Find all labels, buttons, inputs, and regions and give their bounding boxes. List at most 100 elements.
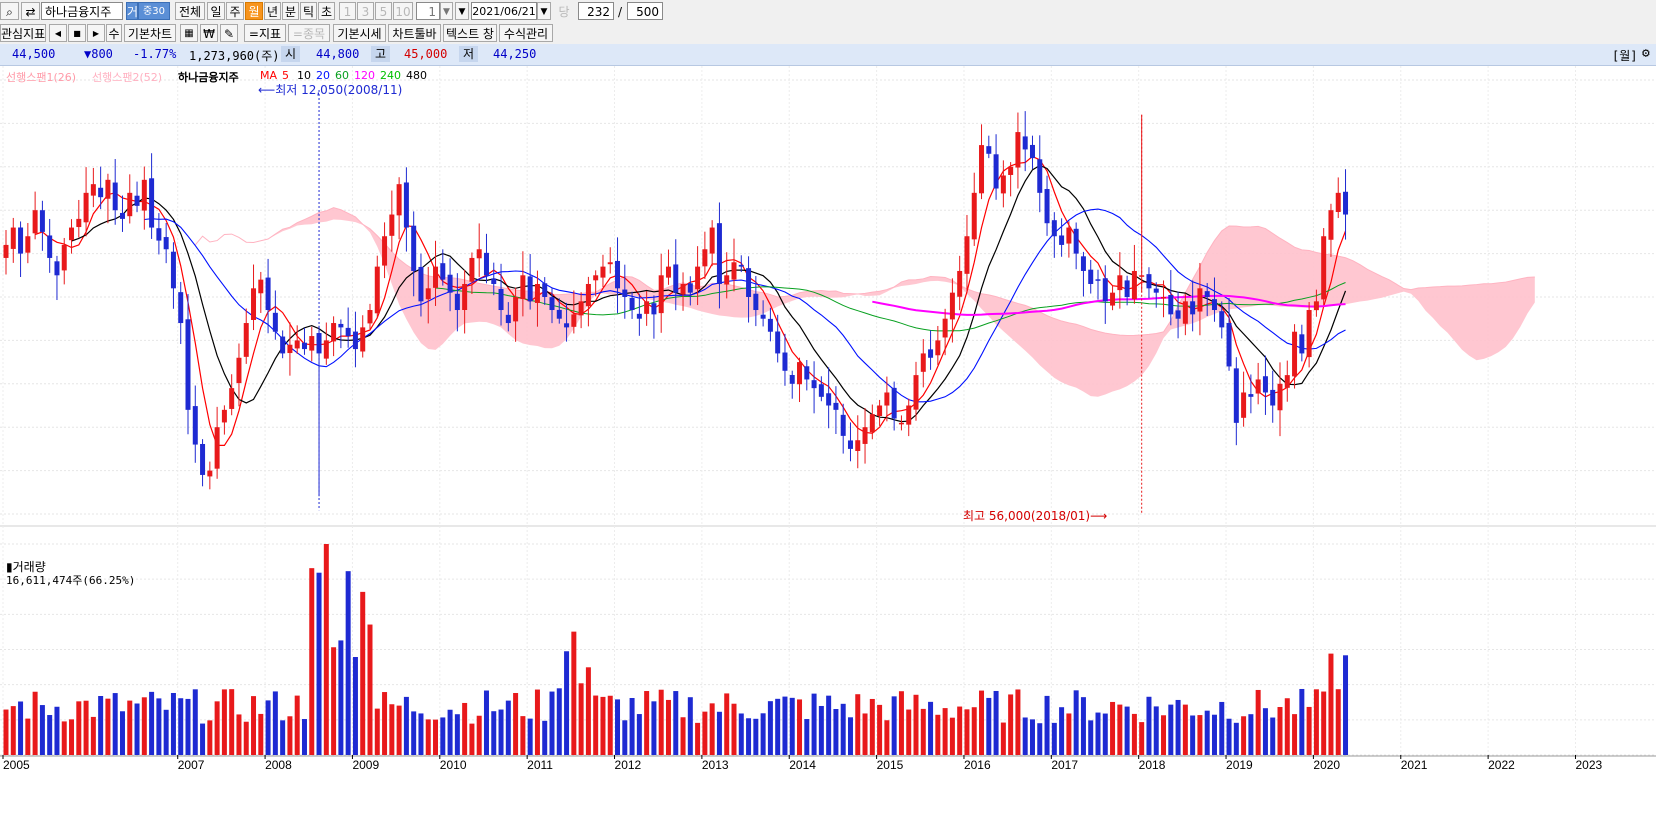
settings-gear-icon[interactable]: ⚙	[1642, 46, 1650, 61]
volume-bar	[316, 572, 322, 755]
stop-icon[interactable]: ■	[68, 24, 86, 42]
x-axis: 2005 2007 2008 2009 2010 2011 2012 2013 2014 2015…	[2, 755, 1603, 772]
candle-body	[1124, 280, 1130, 297]
won-button[interactable]: ₩	[200, 24, 218, 42]
volume-bar	[1117, 704, 1123, 755]
stock-button[interactable]: =종목	[288, 24, 330, 42]
x-tick-label: 2014	[789, 758, 816, 772]
indicator-button[interactable]: =지표	[244, 24, 286, 42]
volume-bar	[993, 690, 999, 755]
candle-body	[243, 323, 249, 357]
formula-manager-button[interactable]: 수식관리	[499, 24, 553, 42]
text-window-button[interactable]: 텍스트 창	[443, 24, 497, 42]
volume-bar	[207, 720, 213, 755]
period-tick[interactable]: 틱	[300, 2, 317, 20]
chart-toolbar-button[interactable]: 차트툴바	[388, 24, 441, 42]
candle-body	[287, 344, 293, 354]
basic-quote-button[interactable]: 기본시세	[333, 24, 386, 42]
volume-bar	[811, 693, 817, 755]
volume-bar	[986, 697, 992, 755]
volume-bar	[32, 691, 38, 755]
interest-indicator-button[interactable]: 관심지표	[0, 24, 46, 42]
volume-value: 16,611,474주(66.25%)	[6, 574, 136, 587]
volume-bar	[971, 707, 977, 755]
volume-bar	[280, 720, 286, 755]
x-tick-label: 2020	[1313, 758, 1340, 772]
price-chart[interactable]: 2005 2007 2008 2009 2010 2011 2012 2013 2014 2015…	[0, 66, 1656, 813]
volume-bar	[1321, 691, 1327, 755]
volume-bar	[134, 703, 140, 755]
tools-icon[interactable]: ✎	[220, 24, 238, 42]
volume-bar	[156, 698, 162, 755]
volume-bar	[1175, 699, 1181, 755]
volume-bar	[709, 703, 715, 755]
volume-bar	[1080, 697, 1086, 755]
volume-bar	[1110, 701, 1116, 755]
volume-bar	[411, 711, 417, 755]
calendar-dropdown-icon[interactable]: ▼	[537, 2, 551, 20]
volume-bar	[382, 692, 388, 755]
interval-dropdown-icon[interactable]: ▼	[440, 2, 453, 20]
candle-body	[3, 244, 9, 258]
candle-body	[440, 263, 446, 280]
legend-span1[interactable]: 선행스팬1(26)	[6, 69, 76, 85]
candle-body	[221, 409, 227, 423]
basic-chart-button[interactable]: 기본차트	[124, 24, 176, 42]
count-total-input[interactable]: 500	[627, 2, 663, 20]
volume-bar	[403, 696, 409, 755]
cloud-area	[195, 207, 1535, 397]
volume-bar	[258, 713, 264, 755]
candle-body	[571, 314, 577, 327]
stock-name-field[interactable]: 하나금융지주	[41, 2, 123, 20]
search-icon[interactable]: ⌕	[0, 2, 19, 20]
period-all[interactable]: 전체	[175, 2, 205, 20]
candle-body	[454, 293, 460, 311]
volume-bar	[1219, 701, 1225, 755]
candle-body	[1146, 274, 1152, 289]
volume-bar	[39, 705, 45, 755]
volume-bar	[702, 711, 708, 755]
open-price: 44,800	[316, 47, 360, 61]
candle-body	[884, 392, 890, 406]
candle-body	[1088, 269, 1094, 284]
candle-body	[847, 440, 853, 449]
chart-type-icon[interactable]: ▦	[180, 24, 198, 42]
period-year[interactable]: 년	[264, 2, 281, 20]
candle-body	[644, 301, 650, 314]
volume-bar	[760, 713, 766, 755]
candle-body	[826, 393, 832, 406]
period-minute[interactable]: 분	[282, 2, 299, 20]
candle-body	[1219, 311, 1225, 328]
su-button[interactable]: 수	[106, 24, 122, 42]
period-day[interactable]: 일	[207, 2, 225, 20]
candle-body	[403, 182, 409, 228]
interval-5-button[interactable]: 5	[375, 2, 392, 20]
next-icon[interactable]: ▶	[87, 24, 105, 42]
candle-body	[61, 244, 67, 271]
candle-body	[352, 331, 358, 350]
interval-10-button[interactable]: 10	[393, 2, 413, 20]
period-month[interactable]: 월	[245, 2, 263, 20]
date-dropdown-icon[interactable]: ▼	[455, 2, 469, 20]
date-field[interactable]: 2021/06/21	[471, 2, 537, 20]
volume-bar	[229, 689, 235, 755]
count-input[interactable]: 232	[578, 2, 614, 20]
legend-stock-name[interactable]: 하나금융지주	[178, 69, 239, 85]
period-week[interactable]: 주	[226, 2, 244, 20]
interval-1-button[interactable]: 1	[339, 2, 356, 20]
legend-span2[interactable]: 선행스팬2(52)	[92, 69, 162, 85]
refresh-icon[interactable]: ⇄	[21, 2, 40, 20]
candle-body	[127, 192, 133, 217]
volume-bar	[25, 718, 31, 755]
volume-bar	[61, 721, 67, 755]
volume-bar	[1306, 706, 1312, 755]
candle-body	[418, 266, 424, 302]
candle-body	[680, 283, 686, 295]
legend-ma480[interactable]: 480	[406, 69, 427, 82]
volume-bar	[629, 698, 635, 755]
interval-3-button[interactable]: 3	[357, 2, 374, 20]
prev-icon[interactable]: ◀	[49, 24, 67, 42]
interval-input[interactable]: 1	[416, 2, 440, 20]
period-second[interactable]: 초	[318, 2, 335, 20]
candle-body	[556, 309, 562, 319]
